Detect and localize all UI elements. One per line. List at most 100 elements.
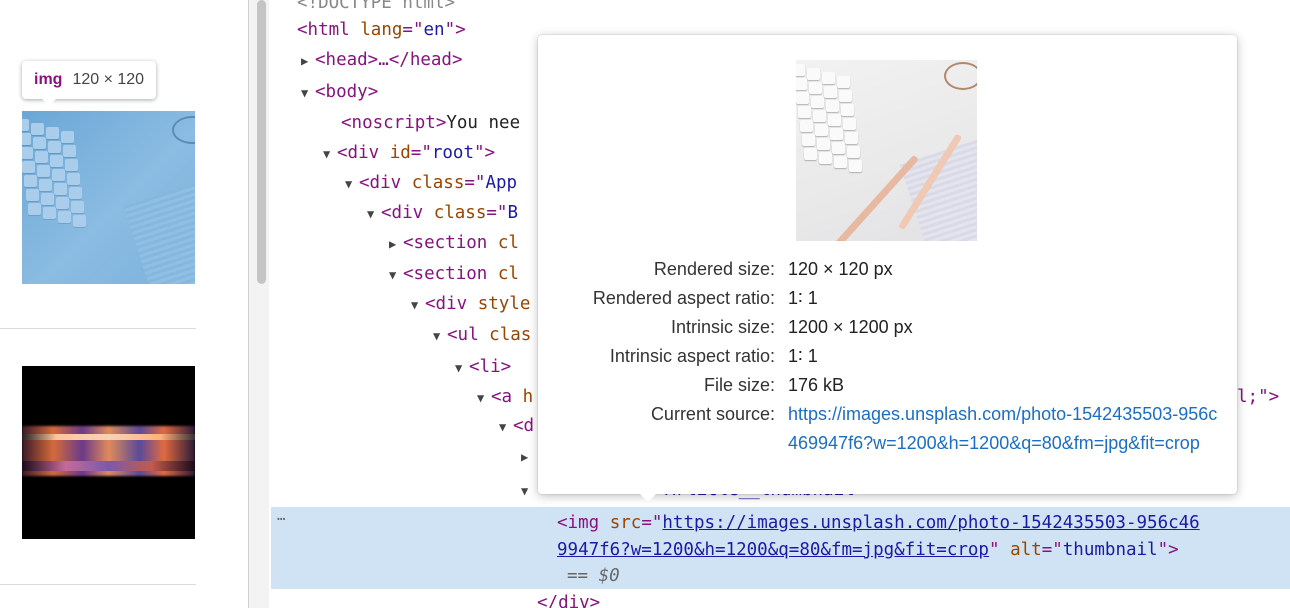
dom-node-a[interactable]: ▼ <a h: [477, 382, 533, 412]
key-graphic: [798, 106, 811, 118]
img-src-link[interactable]: https://images.unsplash.com/photo-154243…: [662, 513, 1199, 533]
key-graphic: [22, 161, 35, 173]
key-graphic: [847, 146, 860, 158]
console-ref-text: == $0: [567, 566, 620, 586]
tag-name: body: [325, 82, 368, 102]
key-graphic: [830, 128, 843, 140]
dom-node-noscript[interactable]: <noscript>You nee: [341, 108, 520, 138]
key-graphic: [52, 169, 65, 181]
laptop-edge-graphic: [22, 434, 195, 440]
thumbnail-image-laptop[interactable]: [22, 366, 195, 539]
element-inspect-tooltip: img 120 × 120: [22, 61, 157, 106]
image-preview-popover: Rendered size: 120 × 120 px Rendered asp…: [538, 35, 1237, 502]
attr-value: App: [485, 173, 518, 193]
key-graphic: [56, 197, 69, 209]
expand-triangle-icon[interactable]: ▶: [301, 46, 315, 76]
tag-name: div: [435, 294, 468, 314]
key-graphic: [849, 160, 862, 172]
collapse-triangle-icon[interactable]: ▼: [301, 78, 315, 108]
dom-node-section-1[interactable]: ▶ <section cl: [389, 228, 519, 258]
attr-value: root: [431, 143, 475, 163]
scrollbar-track[interactable]: [249, 0, 269, 608]
list-divider: [0, 584, 196, 585]
key-graphic: [834, 156, 847, 168]
collapse-triangle-icon[interactable]: ▼: [499, 412, 513, 442]
dom-node-div-b[interactable]: ▼ <div class="B: [367, 198, 518, 228]
dom-node-div-inner[interactable]: ▼ <d: [499, 411, 534, 441]
collapse-triangle-icon[interactable]: ▼: [389, 260, 403, 290]
dom-node-head[interactable]: ▶ <head>…</head>: [301, 45, 463, 75]
scrollbar-thumb[interactable]: [257, 0, 266, 284]
glasses-graphic: [944, 62, 977, 90]
key-graphic: [839, 90, 852, 102]
key-graphic: [824, 86, 837, 98]
attr-name: style: [477, 294, 531, 314]
noscript-text: You nee: [446, 113, 521, 133]
current-source-link[interactable]: https://images.unsplash.com/photo-154243…: [788, 400, 1223, 458]
attr-name: cl: [497, 233, 519, 253]
dom-node-img-selected[interactable]: <img src="https://images.unsplash.com/ph…: [557, 508, 1200, 538]
info-value: 1200 × 1200 px: [788, 317, 913, 337]
info-row-intrinsic-aspect: Intrinsic aspect ratio: 1∶ 1: [538, 342, 1237, 371]
image-preview-thumbnail: [796, 60, 977, 241]
tag-name: ul: [457, 325, 479, 345]
key-graphic: [813, 110, 826, 122]
dom-node-body[interactable]: ▼ <body>: [301, 77, 378, 107]
attr-name: lang: [360, 20, 403, 40]
dom-node-section-2[interactable]: ▼ <section cl: [389, 259, 519, 289]
attr-name: alt: [1010, 540, 1042, 560]
collapse-triangle-icon[interactable]: ▼: [521, 476, 535, 506]
dom-node-div-root[interactable]: ▼ <div id="root">: [323, 138, 495, 168]
key-graphic: [54, 183, 67, 195]
info-row-file-size: File size: 176 kB: [538, 371, 1237, 400]
dom-node-closing-div[interactable]: </div>: [537, 588, 600, 608]
collapse-triangle-icon[interactable]: ▼: [323, 139, 337, 169]
collapse-triangle-icon[interactable]: ▼: [477, 383, 491, 413]
tag-name: section: [413, 264, 488, 284]
tag-name: div: [347, 143, 380, 163]
info-row-intrinsic-size: Intrinsic size: 1200 × 1200 px: [538, 313, 1237, 342]
attr-name: clas: [489, 325, 532, 345]
info-row-current-source: Current source: https://images.unsplash.…: [538, 400, 1237, 490]
attr-name: class: [433, 203, 487, 223]
key-graphic: [35, 151, 48, 163]
key-graphic: [58, 211, 71, 223]
dom-node-div-app[interactable]: ▼ <div class="App: [345, 168, 517, 198]
collapse-triangle-icon[interactable]: ▼: [433, 321, 447, 351]
collapse-triangle-icon[interactable]: ▼: [345, 169, 359, 199]
key-graphic: [69, 187, 82, 199]
key-graphic: [802, 134, 815, 146]
key-graphic: [24, 175, 37, 187]
key-graphic: [841, 104, 854, 116]
laptop-base-graphic: [22, 461, 195, 471]
info-label: File size:: [703, 375, 775, 395]
keyboard-graphic: [22, 119, 88, 227]
info-value: 1∶ 1: [788, 346, 818, 366]
key-graphic: [22, 147, 33, 159]
img-src-link-cont[interactable]: 9947f6?w=1200&h=1200&q=80&fm=jpg&fit=cro…: [557, 540, 989, 560]
dom-node-ul[interactable]: ▼ <ul clas: [433, 320, 531, 350]
collapse-triangle-icon[interactable]: ▼: [455, 353, 469, 383]
expand-triangle-icon[interactable]: ▶: [389, 229, 403, 259]
collapse-triangle-icon[interactable]: ▼: [367, 199, 381, 229]
attr-name: h: [522, 387, 534, 407]
key-graphic: [822, 72, 835, 84]
collapse-triangle-icon[interactable]: ▼: [411, 290, 425, 320]
key-graphic: [26, 189, 39, 201]
dom-node-img-selected-cont[interactable]: 9947f6?w=1200&h=1200&q=80&fm=jpg&fit=cro…: [557, 535, 1179, 565]
key-graphic: [828, 114, 841, 126]
doctype-text: <!DOCTYPE html>: [297, 0, 456, 13]
key-graphic: [804, 148, 817, 160]
key-graphic: [67, 173, 80, 185]
keyboard-graphic: [796, 64, 862, 174]
dom-node-div-style[interactable]: ▼ <div style: [411, 289, 530, 319]
key-graphic: [50, 155, 63, 167]
attr-tail: l;">: [1237, 387, 1280, 407]
key-graphic: [73, 215, 86, 227]
dom-node-html[interactable]: <html lang="en">: [297, 15, 466, 45]
thumbnail-image-highlighted[interactable]: [22, 111, 195, 284]
key-graphic: [61, 131, 74, 143]
expand-triangle-icon[interactable]: ▶: [521, 442, 535, 472]
tag-name: <head>…</head>: [315, 50, 463, 70]
dom-node-li[interactable]: ▼ <li>: [455, 352, 511, 382]
